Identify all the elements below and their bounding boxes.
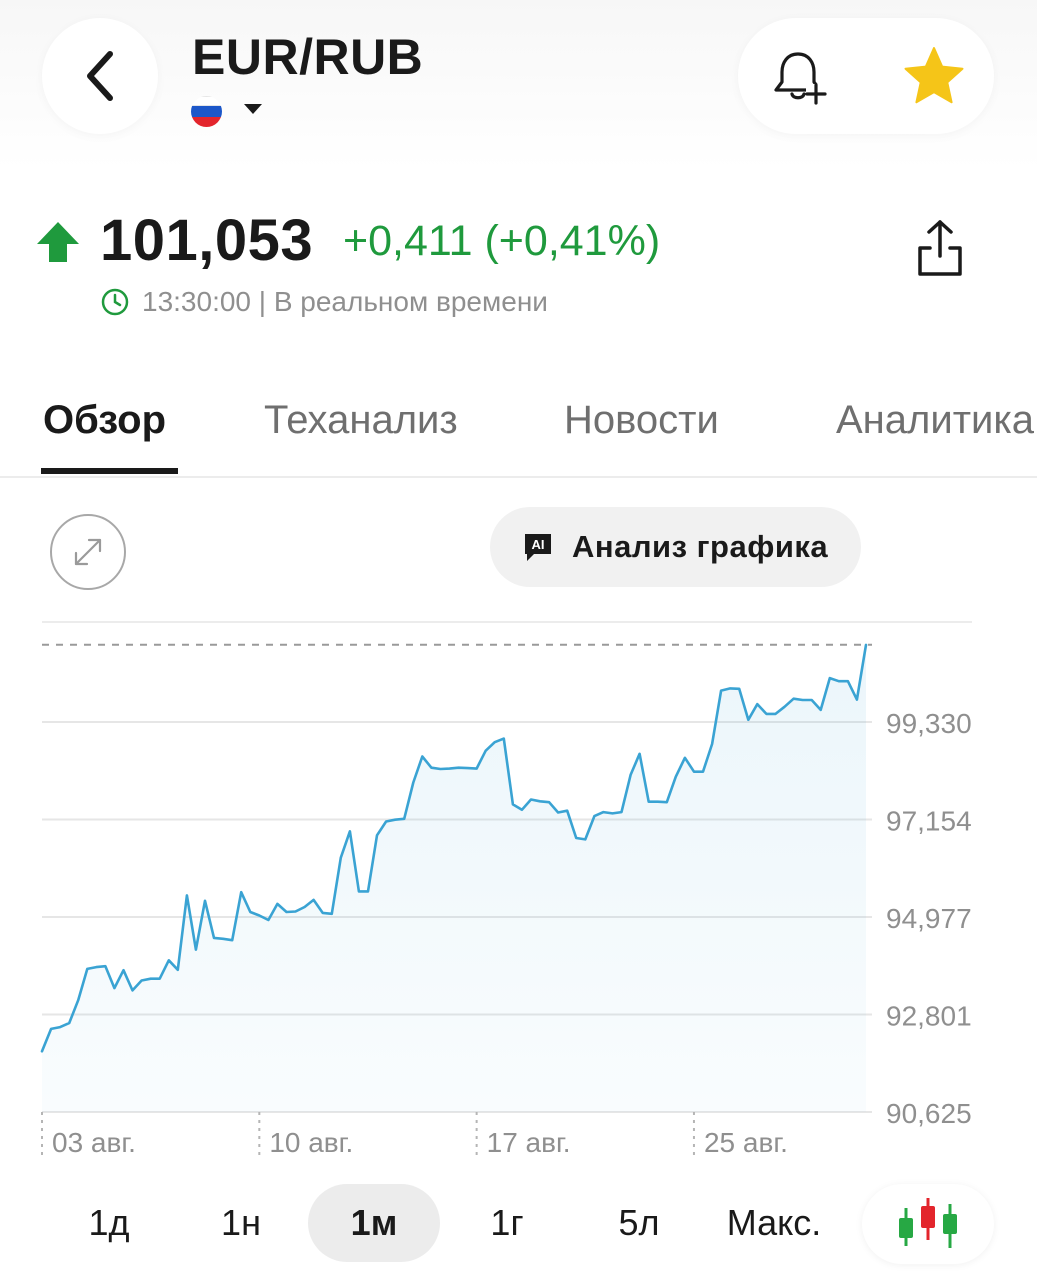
price-chart[interactable]: 99,330 97,154 94,977 92,801 90,625 03 авг. 10 … xyxy=(0,600,1037,1170)
price-change: +0,411 (+0,41%) xyxy=(343,217,661,265)
ai-chat-icon: AI xyxy=(525,534,551,561)
star-icon[interactable] xyxy=(902,44,966,108)
ticker-title: EUR/RUB xyxy=(192,29,424,85)
x-tick-label: 10 авг. xyxy=(269,1127,353,1158)
x-tick-label: 17 авг. xyxy=(487,1127,571,1158)
range-1y[interactable]: 1г xyxy=(464,1184,550,1262)
ai-button-label: Анализ графика xyxy=(572,529,829,564)
candlestick-icon xyxy=(899,1198,957,1248)
expand-icon xyxy=(74,538,102,566)
bell-plus-icon[interactable] xyxy=(768,46,828,106)
range-max[interactable]: Макс. xyxy=(712,1184,836,1262)
quote-time-label: 13:30:00 | В реальном времени xyxy=(142,286,548,317)
x-tick-label: 03 авг. xyxy=(52,1127,136,1158)
candlestick-toggle-button[interactable] xyxy=(862,1184,994,1264)
y-tick-label: 92,801 xyxy=(886,1001,972,1032)
time-range-selector: 1д 1н 1м 1г 5л Макс. xyxy=(0,1180,1037,1270)
y-tick-label: 99,330 xyxy=(886,708,972,739)
share-icon[interactable] xyxy=(912,218,968,278)
header-actions xyxy=(738,18,994,134)
active-tab-indicator xyxy=(41,468,178,474)
quote-time: 13:30:00 | В реальном времени xyxy=(100,284,548,320)
expand-chart-button[interactable] xyxy=(50,514,126,590)
range-1w[interactable]: 1н xyxy=(198,1184,284,1262)
y-tick-label: 97,154 xyxy=(886,805,972,836)
russia-flag-icon[interactable] xyxy=(191,96,222,127)
range-1d[interactable]: 1д xyxy=(66,1184,152,1262)
range-1m[interactable]: 1м xyxy=(308,1184,440,1262)
app-header: EUR/RUB xyxy=(0,0,1037,170)
x-tick-label: 25 авг. xyxy=(704,1127,788,1158)
tab-tech-analysis[interactable]: Теханализ xyxy=(264,398,458,443)
chevron-left-icon xyxy=(87,51,113,101)
clock-icon xyxy=(101,288,129,316)
range-5y[interactable]: 5л xyxy=(596,1184,682,1262)
arrow-up-icon xyxy=(37,222,79,262)
ai-chart-analysis-button[interactable]: AI Анализ графика xyxy=(490,507,861,587)
back-button[interactable] xyxy=(42,18,158,134)
caret-down-icon[interactable] xyxy=(244,104,262,114)
tab-overview[interactable]: Обзор xyxy=(43,398,166,443)
current-price: 101,053 xyxy=(100,208,314,273)
section-tabs: Обзор Теханализ Новости Аналитика xyxy=(0,370,1037,478)
y-tick-label: 94,977 xyxy=(886,903,972,934)
y-tick-label: 90,625 xyxy=(886,1098,972,1129)
tab-news[interactable]: Новости xyxy=(564,398,719,443)
ai-icon-text: AI xyxy=(532,537,545,552)
price-area-fill xyxy=(42,644,866,1112)
tab-analytics[interactable]: Аналитика xyxy=(836,398,1034,443)
